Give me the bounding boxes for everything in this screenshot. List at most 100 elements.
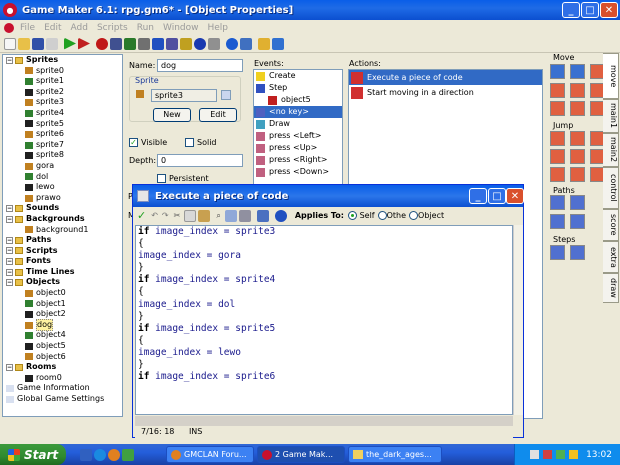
- event-create[interactable]: Create: [254, 70, 342, 82]
- add-object-icon[interactable]: [194, 37, 206, 50]
- sprite-select-icon[interactable]: [221, 90, 231, 100]
- action-execute-a-piece-of-code[interactable]: Execute a piece of code: [349, 70, 542, 85]
- menu-edit[interactable]: Edit: [44, 23, 61, 33]
- collapse-toggle-icon[interactable]: −: [6, 279, 13, 287]
- menu-help[interactable]: Help: [208, 23, 229, 33]
- code-line[interactable]: if image_index = sprite5: [136, 323, 512, 335]
- add-room-icon[interactable]: [208, 37, 220, 50]
- tree-item-sprite5[interactable]: sprite5: [3, 119, 122, 130]
- tree-item-sounds[interactable]: − Sounds: [3, 203, 122, 214]
- tree-item-sprite8[interactable]: sprite8: [3, 150, 122, 161]
- collapse-toggle-icon[interactable]: −: [6, 364, 13, 372]
- palette-action-icon[interactable]: [550, 214, 565, 229]
- replace-icon[interactable]: [224, 209, 237, 222]
- tree-item-object6[interactable]: object6: [3, 352, 122, 363]
- tree-item-sprite4[interactable]: sprite4: [3, 108, 122, 119]
- dialog-minimize-button[interactable]: _: [469, 188, 487, 204]
- event-draw[interactable]: Draw: [254, 118, 342, 130]
- menu-add[interactable]: Add: [71, 23, 88, 33]
- copy-icon[interactable]: [184, 209, 197, 222]
- palette-action-icon[interactable]: [550, 167, 565, 182]
- tree-item-object1[interactable]: object1: [3, 299, 122, 310]
- tree-item-gora[interactable]: gora: [3, 161, 122, 172]
- solid-checkbox[interactable]: Solid: [185, 138, 217, 147]
- paste-icon[interactable]: [198, 209, 211, 222]
- quicklaunch-desktop-icon[interactable]: [80, 448, 92, 461]
- dialog-maximize-button[interactable]: □: [488, 188, 506, 204]
- task-game-maker[interactable]: 2 Game Mak...: [257, 446, 345, 463]
- code-editor[interactable]: if image_index = sprite3{image_index = g…: [135, 225, 513, 415]
- event-no-key[interactable]: <no key>: [254, 106, 342, 118]
- collapse-toggle-icon[interactable]: −: [6, 236, 13, 244]
- app-menu-icon[interactable]: [4, 22, 14, 33]
- palette-action-icon[interactable]: [570, 64, 585, 79]
- palette-action-icon[interactable]: [550, 101, 565, 116]
- tray-app-icon[interactable]: [543, 450, 553, 459]
- tree-item-sprite6[interactable]: sprite6: [3, 129, 122, 140]
- game-info-icon[interactable]: [226, 37, 238, 50]
- print-icon[interactable]: [238, 209, 251, 222]
- tree-item-sprites[interactable]: − Sprites: [3, 55, 122, 66]
- collapse-toggle-icon[interactable]: −: [6, 258, 13, 266]
- tree-item-sprite7[interactable]: sprite7: [3, 140, 122, 151]
- add-sprite-icon[interactable]: [96, 37, 108, 50]
- palette-action-icon[interactable]: [570, 131, 585, 146]
- resource-tree[interactable]: − Sprites sprite0 sprite1 sprite2 sprite3 spri…: [2, 54, 123, 417]
- help-topic-icon[interactable]: [272, 37, 284, 50]
- palette-action-icon[interactable]: [570, 195, 585, 210]
- action-start-moving-in-a-direction[interactable]: Start moving in a direction: [349, 85, 542, 100]
- game-settings-icon[interactable]: [240, 37, 252, 50]
- redo-icon[interactable]: ↷: [162, 211, 169, 220]
- code-line[interactable]: if image_index = sprite4: [136, 274, 512, 286]
- tab-score[interactable]: score: [603, 209, 619, 241]
- tree-item-sprite0[interactable]: sprite0: [3, 66, 122, 77]
- tree-item-prawo[interactable]: prawo: [3, 193, 122, 204]
- tab-control[interactable]: control: [603, 167, 619, 209]
- code-line[interactable]: }: [136, 311, 512, 323]
- palette-action-icon[interactable]: [550, 83, 565, 98]
- palette-action-icon[interactable]: [570, 167, 585, 182]
- add-timeline-icon[interactable]: [180, 37, 192, 50]
- tree-item-room0[interactable]: room0: [3, 373, 122, 384]
- tree-item-object5[interactable]: object5: [3, 341, 122, 352]
- palette-action-icon[interactable]: [550, 64, 565, 79]
- tray-security-icon[interactable]: [569, 450, 579, 459]
- tree-item-paths[interactable]: − Paths: [3, 235, 122, 246]
- tab-main1[interactable]: main1: [603, 99, 619, 133]
- tree-item-sprite3[interactable]: sprite3: [3, 97, 122, 108]
- other-radio[interactable]: Othe: [377, 211, 406, 220]
- tree-item-sprite1[interactable]: sprite1: [3, 76, 122, 87]
- palette-action-icon[interactable]: [570, 83, 585, 98]
- code-line[interactable]: image_index = lewo: [136, 347, 512, 359]
- palette-action-icon[interactable]: [550, 149, 565, 164]
- tree-item-dog[interactable]: dog: [3, 318, 122, 332]
- find-icon[interactable]: ⌕: [216, 211, 220, 221]
- undo-icon[interactable]: ↶: [151, 211, 158, 220]
- tree-item-backgrounds[interactable]: − Backgrounds: [3, 214, 122, 225]
- tree-item-global-game-settings[interactable]: Global Game Settings: [3, 394, 122, 405]
- tree-item-lewo[interactable]: lewo: [3, 182, 122, 193]
- collapse-toggle-icon[interactable]: −: [6, 268, 13, 276]
- tray-network-icon[interactable]: [530, 450, 540, 459]
- tree-item-game-information[interactable]: Game Information: [3, 383, 122, 394]
- tray-volume-icon[interactable]: [556, 450, 566, 459]
- tree-item-dol[interactable]: dol: [3, 172, 122, 183]
- open-icon[interactable]: [18, 37, 30, 50]
- menu-file[interactable]: File: [20, 23, 35, 33]
- quicklaunch-ie-icon[interactable]: [94, 448, 106, 461]
- dialog-close-button[interactable]: ✕: [506, 188, 524, 204]
- help-icon[interactable]: [258, 37, 270, 50]
- event-step[interactable]: Step: [254, 82, 342, 94]
- add-path-icon[interactable]: [138, 37, 150, 50]
- palette-action-icon[interactable]: [570, 245, 585, 260]
- menu-window[interactable]: Window: [163, 23, 199, 33]
- tree-item-background1[interactable]: background1: [3, 225, 122, 236]
- code-line[interactable]: image_index = dol: [136, 299, 512, 311]
- check-code-icon[interactable]: [256, 209, 269, 222]
- add-sound-icon[interactable]: [110, 37, 122, 50]
- palette-action-icon[interactable]: [570, 149, 585, 164]
- tab-main2[interactable]: main2: [603, 133, 619, 167]
- tree-item-rooms[interactable]: − Rooms: [3, 362, 122, 373]
- code-line[interactable]: }: [136, 262, 512, 274]
- task-dark-ages[interactable]: the_dark_ages...: [348, 446, 442, 463]
